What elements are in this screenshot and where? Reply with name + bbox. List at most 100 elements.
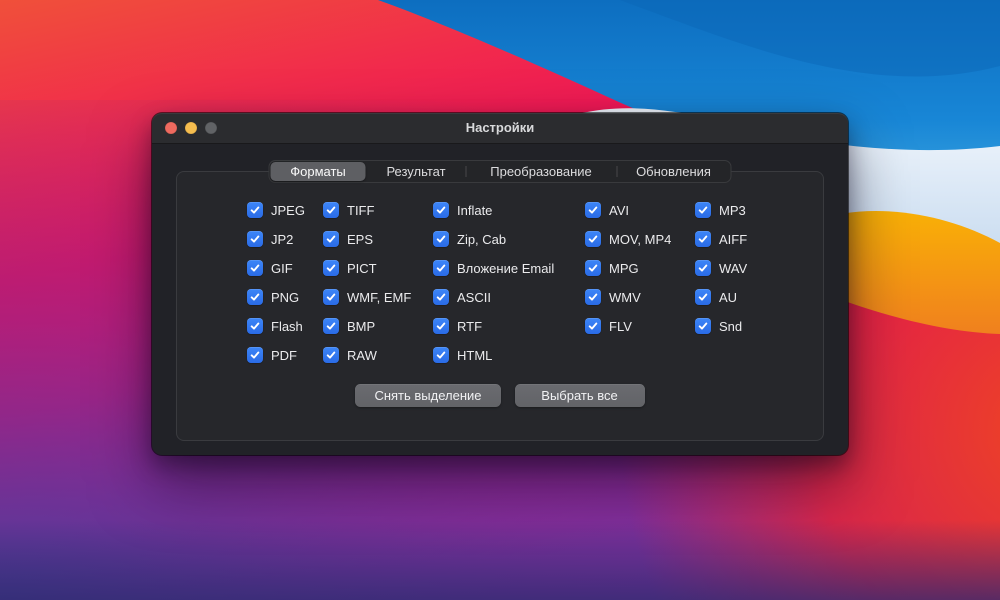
checkbox-checked-icon[interactable] [585, 260, 601, 276]
format-label: WMF, EMF [347, 290, 411, 305]
checkbox-checked-icon[interactable] [433, 289, 449, 305]
format-option[interactable]: PNG [247, 288, 305, 306]
checkbox-checked-icon[interactable] [433, 347, 449, 363]
format-option[interactable]: AU [695, 288, 747, 306]
format-option[interactable]: MOV, MP4 [585, 230, 671, 248]
format-option[interactable]: ASCII [433, 288, 554, 306]
checkbox-checked-icon[interactable] [323, 231, 339, 247]
format-label: RTF [457, 319, 482, 334]
deselect-all-button[interactable]: Снять выделение [355, 384, 500, 407]
checkbox-checked-icon[interactable] [585, 231, 601, 247]
format-label: MOV, MP4 [609, 232, 671, 247]
format-label: Snd [719, 319, 742, 334]
checkbox-checked-icon[interactable] [247, 318, 263, 334]
format-label: PNG [271, 290, 299, 305]
format-option[interactable]: MPG [585, 259, 671, 277]
format-option[interactable]: Вложение Email [433, 259, 554, 277]
format-option[interactable]: PDF [247, 346, 305, 364]
format-label: TIFF [347, 203, 374, 218]
tab-bar: Форматы Результат Преобразование Обновле… [269, 160, 732, 183]
format-label: Inflate [457, 203, 492, 218]
tab-result[interactable]: Результат [367, 161, 466, 182]
format-option[interactable]: Zip, Cab [433, 230, 554, 248]
format-label: AVI [609, 203, 629, 218]
checkbox-checked-icon[interactable] [247, 260, 263, 276]
format-option[interactable]: MP3 [695, 201, 747, 219]
checkbox-checked-icon[interactable] [247, 231, 263, 247]
select-all-button[interactable]: Выбрать все [515, 384, 645, 407]
format-label: PICT [347, 261, 377, 276]
checkbox-checked-icon[interactable] [585, 289, 601, 305]
checkbox-checked-icon[interactable] [323, 260, 339, 276]
format-label: WAV [719, 261, 747, 276]
format-option[interactable]: FLV [585, 317, 671, 335]
format-option[interactable]: BMP [323, 317, 411, 335]
format-label: AU [719, 290, 737, 305]
checkbox-checked-icon[interactable] [433, 231, 449, 247]
format-column: Inflate Zip, Cab Вложение Email ASCII RTF HTM… [433, 201, 554, 364]
format-option[interactable]: WMF, EMF [323, 288, 411, 306]
button-row: Снять выделение Выбрать все [152, 384, 848, 407]
tab-updates[interactable]: Обновления [617, 161, 731, 182]
format-label: BMP [347, 319, 375, 334]
format-label: FLV [609, 319, 632, 334]
format-label: Zip, Cab [457, 232, 506, 247]
format-option[interactable]: RTF [433, 317, 554, 335]
format-label: EPS [347, 232, 373, 247]
checkbox-checked-icon[interactable] [695, 231, 711, 247]
checkbox-checked-icon[interactable] [433, 202, 449, 218]
format-column: AVI MOV, MP4 MPG WMV FLV [585, 201, 671, 335]
format-option[interactable]: PICT [323, 259, 411, 277]
format-label: JPEG [271, 203, 305, 218]
checkbox-checked-icon[interactable] [695, 260, 711, 276]
checkbox-checked-icon[interactable] [247, 289, 263, 305]
format-label: Flash [271, 319, 303, 334]
checkbox-checked-icon[interactable] [695, 318, 711, 334]
tab-formats[interactable]: Форматы [271, 162, 366, 181]
format-option[interactable]: GIF [247, 259, 305, 277]
checkbox-checked-icon[interactable] [433, 260, 449, 276]
format-label: MPG [609, 261, 639, 276]
checkbox-checked-icon[interactable] [695, 202, 711, 218]
checkbox-checked-icon[interactable] [695, 289, 711, 305]
format-label: AIFF [719, 232, 747, 247]
format-label: ASCII [457, 290, 491, 305]
checkbox-checked-icon[interactable] [585, 318, 601, 334]
format-option[interactable]: JPEG [247, 201, 305, 219]
format-option[interactable]: Snd [695, 317, 747, 335]
format-option[interactable]: AIFF [695, 230, 747, 248]
checkbox-checked-icon[interactable] [323, 318, 339, 334]
settings-window: Настройки Форматы Результат Преобразован… [152, 113, 848, 455]
format-label: MP3 [719, 203, 746, 218]
format-option[interactable]: Inflate [433, 201, 554, 219]
format-label: HTML [457, 348, 492, 363]
format-column: TIFF EPS PICT WMF, EMF BMP RAW [323, 201, 411, 364]
format-option[interactable]: JP2 [247, 230, 305, 248]
format-label: RAW [347, 348, 377, 363]
checkbox-checked-icon[interactable] [585, 202, 601, 218]
format-label: Вложение Email [457, 261, 554, 276]
format-option[interactable]: Flash [247, 317, 305, 335]
checkbox-checked-icon[interactable] [433, 318, 449, 334]
checkbox-checked-icon[interactable] [247, 202, 263, 218]
format-option[interactable]: HTML [433, 346, 554, 364]
format-label: PDF [271, 348, 297, 363]
format-option[interactable]: RAW [323, 346, 411, 364]
checkbox-checked-icon[interactable] [247, 347, 263, 363]
format-option[interactable]: AVI [585, 201, 671, 219]
format-label: GIF [271, 261, 293, 276]
format-option[interactable]: WMV [585, 288, 671, 306]
titlebar[interactable]: Настройки [152, 113, 848, 144]
checkbox-checked-icon[interactable] [323, 202, 339, 218]
format-option[interactable]: TIFF [323, 201, 411, 219]
format-column: JPEG JP2 GIF PNG Flash PDF [247, 201, 305, 364]
format-column: MP3 AIFF WAV AU Snd [695, 201, 747, 335]
checkbox-checked-icon[interactable] [323, 289, 339, 305]
format-option[interactable]: EPS [323, 230, 411, 248]
format-label: JP2 [271, 232, 293, 247]
tab-conversion[interactable]: Преобразование [466, 161, 617, 182]
window-title: Настройки [152, 113, 848, 143]
format-option[interactable]: WAV [695, 259, 747, 277]
format-label: WMV [609, 290, 641, 305]
checkbox-checked-icon[interactable] [323, 347, 339, 363]
